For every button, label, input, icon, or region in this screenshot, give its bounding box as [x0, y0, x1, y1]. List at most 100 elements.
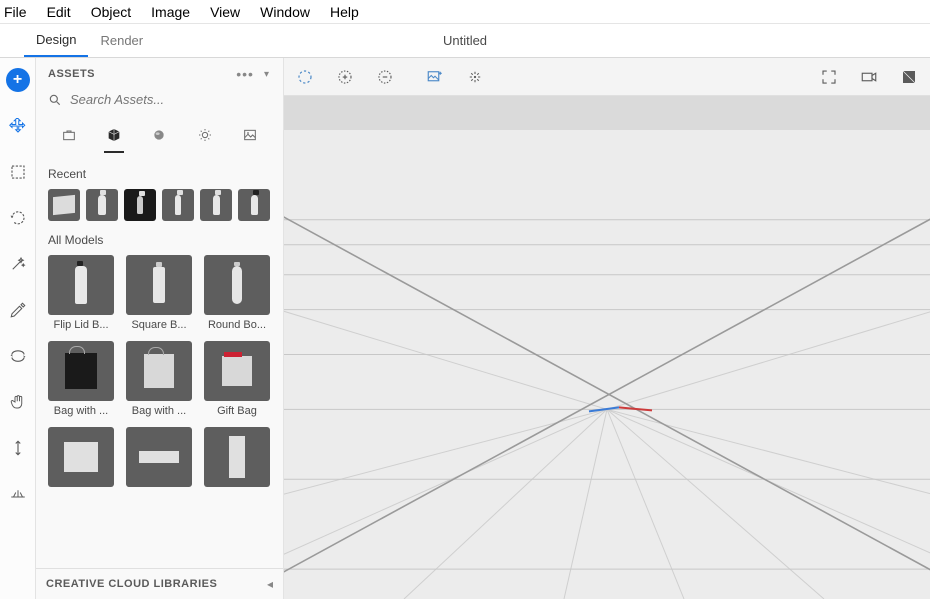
briefcase-icon [61, 127, 77, 143]
model-item[interactable]: Gift Bag [204, 341, 270, 417]
model-label: Square B... [131, 319, 186, 331]
menubar: File Edit Object Image View Window Help [0, 0, 930, 24]
orbit-tool[interactable] [4, 342, 32, 370]
dolly-tool[interactable] [4, 434, 32, 462]
grid-floor [284, 130, 930, 599]
model-label: Round Bo... [208, 319, 266, 331]
horizon-icon [9, 485, 27, 503]
select-loop-button[interactable] [294, 66, 316, 88]
image-plus-icon [426, 68, 444, 86]
recent-item[interactable] [86, 189, 118, 221]
category-lights[interactable] [189, 121, 221, 149]
model-item[interactable]: Bag with ... [126, 341, 192, 417]
magic-wand-tool[interactable] [4, 250, 32, 278]
model-item[interactable]: Bag with ... [48, 341, 114, 417]
dolly-icon [9, 439, 27, 457]
category-materials[interactable] [143, 121, 175, 149]
render-icon [900, 68, 918, 86]
decal-button[interactable] [424, 66, 446, 88]
snap-button[interactable] [464, 66, 486, 88]
move-icon [9, 117, 27, 135]
menu-object[interactable]: Object [81, 4, 141, 20]
undo-icon [9, 209, 27, 227]
camera-button[interactable] [858, 66, 880, 88]
plus-circle-icon [336, 68, 354, 86]
panel-options-button[interactable]: ••• [230, 66, 260, 82]
assets-scroll[interactable]: Recent All Models Flip Lid B... Square B… [36, 155, 283, 568]
add-button[interactable]: + [4, 66, 32, 94]
recent-item[interactable] [238, 189, 270, 221]
image-icon [242, 127, 258, 143]
fullscreen-button[interactable] [818, 66, 840, 88]
model-item[interactable]: Square B... [126, 255, 192, 331]
search-icon [48, 93, 62, 107]
category-models[interactable] [98, 121, 130, 149]
model-label: Flip Lid B... [53, 319, 108, 331]
chevron-left-icon: ◂ [267, 577, 273, 591]
assets-header: ASSETS ••• ▾ [36, 58, 283, 86]
subtract-selection-button[interactable] [374, 66, 396, 88]
menu-file[interactable]: File [4, 4, 37, 20]
model-item[interactable] [126, 427, 192, 491]
wand-icon [9, 255, 27, 273]
snap-icon [466, 68, 484, 86]
hand-tool[interactable] [4, 388, 32, 416]
recent-item[interactable] [124, 189, 156, 221]
recent-item[interactable] [48, 189, 80, 221]
viewport-backdrop [284, 96, 930, 130]
menu-help[interactable]: Help [320, 4, 369, 20]
recent-title: Recent [48, 167, 275, 181]
add-selection-button[interactable] [334, 66, 356, 88]
document-title: Untitled [443, 33, 487, 48]
model-label: Bag with ... [132, 405, 186, 417]
category-images[interactable] [234, 121, 266, 149]
menu-image[interactable]: Image [141, 4, 200, 20]
recent-row [48, 189, 275, 221]
sphere-icon [151, 127, 167, 143]
cc-libraries-title: CREATIVE CLOUD LIBRARIES [46, 578, 267, 590]
dashed-circle-icon [296, 68, 314, 86]
tab-render[interactable]: Render [88, 25, 155, 56]
cc-libraries-header[interactable]: CREATIVE CLOUD LIBRARIES ◂ [36, 568, 283, 599]
model-item[interactable]: Flip Lid B... [48, 255, 114, 331]
horizon-tool[interactable] [4, 480, 32, 508]
eyedropper-tool[interactable] [4, 296, 32, 324]
hand-icon [9, 393, 27, 411]
model-grid: Flip Lid B... Square B... Round Bo... Ba… [48, 255, 275, 491]
left-toolbar: + [0, 58, 36, 599]
model-item[interactable]: Round Bo... [204, 255, 270, 331]
selection-tool[interactable] [4, 158, 32, 186]
selection-icon [9, 163, 27, 181]
panel-collapse-button[interactable]: ▾ [260, 69, 273, 80]
menu-view[interactable]: View [200, 4, 250, 20]
search-input[interactable] [70, 92, 271, 107]
category-starter[interactable] [53, 121, 85, 149]
asset-categories [36, 113, 283, 155]
model-label: Gift Bag [217, 405, 257, 417]
camera-icon [860, 68, 878, 86]
render-settings-button[interactable] [898, 66, 920, 88]
assets-title: ASSETS [48, 68, 230, 80]
fullscreen-icon [820, 68, 838, 86]
viewport-3d[interactable] [284, 130, 930, 599]
model-item[interactable] [204, 427, 270, 491]
mode-tabs: Design Render [0, 24, 155, 57]
recent-item[interactable] [200, 189, 232, 221]
recent-item[interactable] [162, 189, 194, 221]
menu-window[interactable]: Window [250, 4, 320, 20]
subheader: Design Render Untitled [0, 24, 930, 58]
viewport-toolbar [284, 58, 930, 96]
viewport-area [284, 58, 930, 599]
tab-design[interactable]: Design [24, 24, 88, 57]
undo-tool[interactable] [4, 204, 32, 232]
model-item[interactable] [48, 427, 114, 491]
menu-edit[interactable]: Edit [37, 4, 81, 20]
all-models-title: All Models [48, 233, 275, 247]
move-tool[interactable] [4, 112, 32, 140]
assets-panel: ASSETS ••• ▾ Recent [36, 58, 284, 599]
eyedropper-icon [9, 301, 27, 319]
plus-icon: + [6, 68, 30, 92]
orbit-icon [9, 347, 27, 365]
model-label: Bag with ... [54, 405, 108, 417]
sun-icon [197, 127, 213, 143]
